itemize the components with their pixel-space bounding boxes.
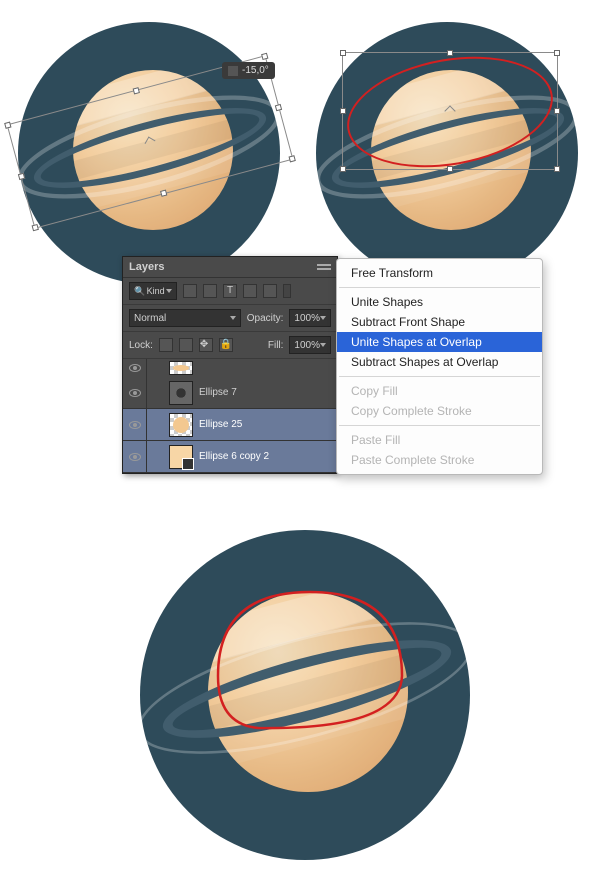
layer-name: Ellipse 25 <box>199 419 242 430</box>
fill-dropdown[interactable]: 100% <box>289 336 331 354</box>
panel-menu-icon[interactable] <box>317 262 331 272</box>
opacity-label: Opacity: <box>247 313 284 324</box>
menu-unite-overlap[interactable]: Unite Shapes at Overlap <box>337 332 542 352</box>
lock-label: Lock: <box>129 340 153 351</box>
lock-all-icon[interactable]: 🔒 <box>219 338 233 352</box>
transform-bounding-box-right[interactable] <box>342 52 558 170</box>
menu-separator <box>339 425 540 426</box>
filter-pixel-icon[interactable] <box>183 284 197 298</box>
visibility-eye-icon[interactable] <box>129 453 141 461</box>
menu-separator <box>339 287 540 288</box>
menu-paste-fill: Paste Fill <box>337 430 542 450</box>
result-path-outline <box>140 530 470 860</box>
layers-panel: Layers 🔍 Kind T Normal Opacity: 100% Loc… <box>122 256 338 474</box>
filter-shape-icon[interactable] <box>243 284 257 298</box>
panel-title-text: Layers <box>129 261 164 273</box>
layer-name: Ellipse 7 <box>199 387 237 398</box>
layers-list: Ellipse 7 Ellipse 25 Ellipse 6 copy 2 <box>123 359 337 473</box>
layer-item-ellipse25[interactable]: Ellipse 25 <box>123 409 337 441</box>
layer-filter-row: 🔍 Kind T <box>123 278 337 305</box>
layer-filter-kind[interactable]: 🔍 Kind <box>129 282 177 300</box>
layer-item-ellipse6copy2[interactable]: Ellipse 6 copy 2 <box>123 441 337 473</box>
transform-center <box>145 137 156 148</box>
opacity-value: 100% <box>294 313 320 324</box>
lock-position-icon[interactable]: ✥ <box>199 338 213 352</box>
menu-separator <box>339 376 540 377</box>
menu-subtract-front[interactable]: Subtract Front Shape <box>337 312 542 332</box>
layer-thumb <box>169 445 193 469</box>
context-menu: Free Transform Unite Shapes Subtract Fro… <box>336 258 543 475</box>
menu-copy-stroke: Copy Complete Stroke <box>337 401 542 421</box>
visibility-eye-icon[interactable] <box>129 421 141 429</box>
menu-unite-shapes[interactable]: Unite Shapes <box>337 292 542 312</box>
filter-toggle-icon[interactable] <box>283 284 291 298</box>
filter-smart-icon[interactable] <box>263 284 277 298</box>
menu-copy-fill: Copy Fill <box>337 381 542 401</box>
blend-mode-dropdown[interactable]: Normal <box>129 309 241 327</box>
filter-type-icon[interactable]: T <box>223 284 237 298</box>
layer-thumb <box>169 381 193 405</box>
layer-item-ellipse7[interactable]: Ellipse 7 <box>123 377 337 409</box>
transform-center <box>444 105 455 116</box>
angle-value: -15,0° <box>242 65 269 76</box>
lock-transparent-icon[interactable] <box>159 338 173 352</box>
angle-tooltip: -15,0° <box>222 62 275 79</box>
layer-thumb <box>169 413 193 437</box>
opacity-dropdown[interactable]: 100% <box>289 309 331 327</box>
lock-pixels-icon[interactable] <box>179 338 193 352</box>
lock-fill-row: Lock: ✥ 🔒 Fill: 100% <box>123 332 337 359</box>
menu-paste-stroke: Paste Complete Stroke <box>337 450 542 470</box>
fill-value: 100% <box>294 340 320 351</box>
angle-icon <box>228 66 238 76</box>
filter-kind-label: Kind <box>147 286 165 296</box>
layer-item-cropped[interactable] <box>123 359 337 377</box>
menu-free-transform[interactable]: Free Transform <box>337 263 542 283</box>
fill-label: Fill: <box>268 340 284 351</box>
filter-adjust-icon[interactable] <box>203 284 217 298</box>
menu-subtract-overlap[interactable]: Subtract Shapes at Overlap <box>337 352 542 372</box>
visibility-eye-icon[interactable] <box>129 364 141 372</box>
layer-name: Ellipse 6 copy 2 <box>199 451 269 462</box>
visibility-eye-icon[interactable] <box>129 389 141 397</box>
blend-mode-value: Normal <box>134 313 166 324</box>
blend-opacity-row: Normal Opacity: 100% <box>123 305 337 332</box>
